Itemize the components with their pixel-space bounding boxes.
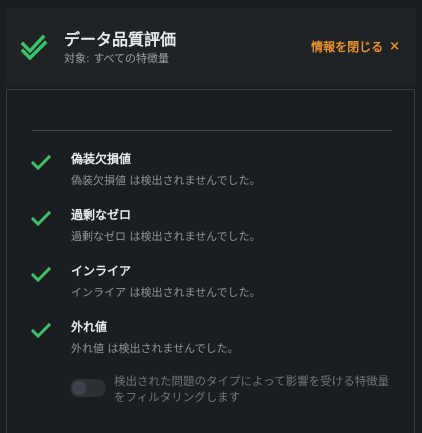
check-item-title: 外れ値	[71, 320, 108, 334]
filter-label: 検出された問題のタイプによって影響を受ける特徴量をフィルタリングします	[114, 374, 390, 404]
check-icon	[31, 211, 51, 227]
check-item-description: インライア は検出されませんでした。	[71, 286, 261, 299]
header: データ品質評価 対象: すべての特徴量 情報を閉じる ×	[6, 8, 416, 84]
check-icon	[31, 323, 51, 339]
data-quality-page: データ品質評価 対象: すべての特徴量 情報を閉じる × 偽装欠損値 偽装欠損値…	[0, 0, 422, 433]
check-icon	[31, 267, 51, 283]
toggle-knob	[72, 381, 86, 395]
page-title: データ品質評価	[64, 30, 177, 49]
check-item-disguised-missing: 偽装欠損値 偽装欠損値 は検出されませんでした。	[31, 150, 401, 194]
close-info-label: 情報を閉じる	[311, 40, 384, 54]
check-item-outliers: 外れ値 外れ値 は検出されませんでした。	[31, 318, 401, 362]
check-icon	[31, 155, 51, 171]
check-item-title: インライア	[71, 264, 132, 278]
double-check-icon	[21, 34, 48, 60]
close-icon: ×	[389, 39, 400, 54]
filter-row: 検出された問題のタイプによって影響を受ける特徴量をフィルタリングします	[70, 372, 400, 408]
check-item-title: 偽装欠損値	[71, 152, 132, 166]
quality-panel: 偽装欠損値 偽装欠損値 は検出されませんでした。 過剰なゼロ 過剰なゼロ は検出…	[6, 89, 415, 433]
page-subtitle: 対象: すべての特徴量	[64, 52, 169, 65]
check-item-inliers: インライア インライア は検出されませんでした。	[31, 262, 401, 306]
check-item-description: 過剰なゼロ は検出されませんでした。	[71, 230, 261, 243]
check-item-description: 偽装欠損値 は検出されませんでした。	[71, 174, 261, 187]
filter-toggle[interactable]	[70, 379, 106, 397]
check-item-description: 外れ値 は検出されませんでした。	[71, 342, 239, 355]
check-item-excess-zeros: 過剰なゼロ 過剰なゼロ は検出されませんでした。	[31, 206, 401, 250]
close-info-button[interactable]: 情報を閉じる ×	[311, 38, 400, 55]
divider	[32, 130, 392, 131]
check-item-title: 過剰なゼロ	[71, 208, 132, 222]
